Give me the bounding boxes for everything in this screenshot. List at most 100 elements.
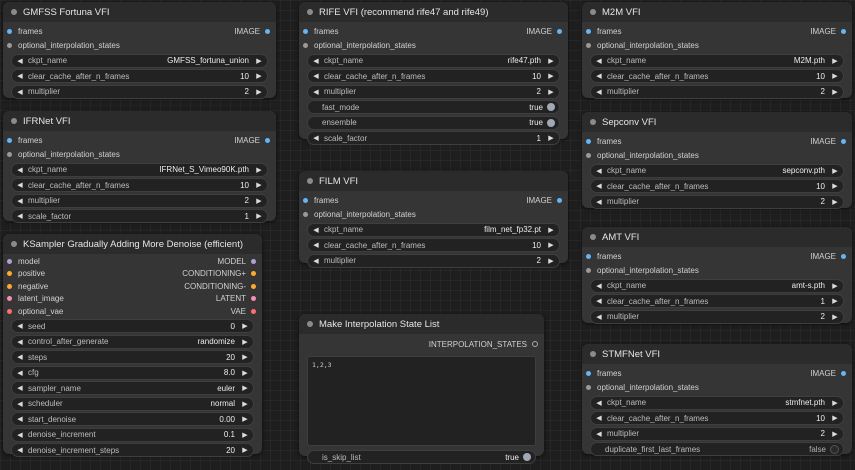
decrement-arrow-icon[interactable]: ◀ — [595, 399, 603, 407]
decrement-arrow-icon[interactable]: ◀ — [16, 338, 24, 346]
decrement-arrow-icon[interactable]: ◀ — [16, 415, 24, 423]
multiplier-number[interactable]: ◀ multiplier 2 ▶ — [11, 84, 268, 99]
denoise-increment-number[interactable]: ◀ denoise_increment 0.1 ▶ — [11, 427, 254, 442]
ensemble-toggle[interactable]: ensemble true — [307, 115, 560, 130]
frames-slot[interactable]: frames IMAGE — [582, 249, 852, 263]
toggle-knob-icon[interactable] — [547, 118, 555, 127]
clear-cache-number[interactable]: ◀ clear_cache_after_n_frames 10 ▶ — [11, 69, 268, 83]
decrement-arrow-icon[interactable]: ◀ — [312, 72, 320, 80]
decrement-arrow-icon[interactable]: ◀ — [312, 57, 320, 65]
states-slot[interactable]: optional_interpolation_states — [299, 207, 568, 221]
frames-input-socket-icon[interactable] — [586, 138, 591, 144]
decrement-arrow-icon[interactable]: ◀ — [16, 72, 24, 80]
positive-slot[interactable]: positive CONDITIONING+ — [3, 268, 262, 281]
negative-output-socket-icon[interactable] — [251, 283, 256, 289]
control-after-generate-combo[interactable]: ◀ control_after_generate randomize ▶ — [11, 334, 254, 349]
increment-arrow-icon[interactable]: ▶ — [547, 88, 555, 96]
latent-input-socket-icon[interactable] — [7, 296, 12, 302]
node-title-bar[interactable]: Sepconv VFI — [582, 112, 852, 132]
node-title-bar[interactable]: RIFE VFI (recommend rife47 and rife49) — [299, 2, 568, 22]
collapse-dot-icon[interactable] — [307, 321, 313, 327]
stmfnet-vfi-node[interactable]: STMFNet VFI frames IMAGE optional_interp… — [582, 344, 852, 456]
frames-input-socket-icon[interactable] — [303, 197, 308, 203]
frames-slot[interactable]: frames IMAGE — [3, 24, 276, 38]
sepconv-vfi-node[interactable]: Sepconv VFI frames IMAGE optional_interp… — [582, 112, 852, 209]
sampler-name-combo[interactable]: ◀ sampler_name euler ▶ — [11, 381, 254, 395]
decrement-arrow-icon[interactable]: ◀ — [16, 181, 24, 189]
increment-arrow-icon[interactable]: ▶ — [241, 338, 249, 346]
model-slot[interactable]: model MODEL — [3, 255, 262, 268]
multiplier-number[interactable]: ◀ multiplier 2 ▶ — [11, 193, 268, 208]
decrement-arrow-icon[interactable]: ◀ — [312, 257, 320, 265]
increment-arrow-icon[interactable]: ▶ — [255, 57, 263, 65]
increment-arrow-icon[interactable]: ▶ — [831, 182, 839, 190]
decrement-arrow-icon[interactable]: ◀ — [16, 353, 24, 361]
increment-arrow-icon[interactable]: ▶ — [831, 282, 839, 290]
decrement-arrow-icon[interactable]: ◀ — [595, 198, 603, 206]
film-vfi-node[interactable]: FILM VFI frames IMAGE optional_interpola… — [299, 171, 568, 268]
denoise-increment-steps-number[interactable]: ◀ denoise_increment_steps 20 ▶ — [11, 443, 254, 457]
frames-input-socket-icon[interactable] — [586, 28, 591, 34]
multiplier-number[interactable]: ◀ multiplier 2 ▶ — [307, 253, 560, 268]
model-output-socket-icon[interactable] — [251, 258, 256, 264]
node-title-bar[interactable]: STMFNet VFI — [582, 344, 852, 364]
fast-mode-toggle[interactable]: fast_mode true — [307, 100, 560, 114]
collapse-dot-icon[interactable] — [590, 234, 596, 240]
decrement-arrow-icon[interactable]: ◀ — [312, 88, 320, 96]
frames-slot[interactable]: frames IMAGE — [3, 133, 276, 147]
multiplier-number[interactable]: ◀ multiplier 2 ▶ — [590, 426, 844, 441]
increment-arrow-icon[interactable]: ▶ — [831, 399, 839, 407]
increment-arrow-icon[interactable]: ▶ — [547, 72, 555, 80]
node-title-bar[interactable]: M2M VFI — [582, 2, 852, 22]
states-slot[interactable]: optional_interpolation_states — [582, 380, 852, 394]
clear-cache-number[interactable]: ◀ clear_cache_after_n_frames 10 ▶ — [307, 69, 560, 83]
multiplier-number[interactable]: ◀ multiplier 2 ▶ — [590, 84, 844, 99]
increment-arrow-icon[interactable]: ▶ — [241, 384, 249, 392]
states-slot[interactable]: optional_interpolation_states — [299, 38, 568, 52]
increment-arrow-icon[interactable]: ▶ — [547, 134, 555, 142]
toggle-knob-icon[interactable] — [523, 453, 531, 461]
ckpt-name-combo[interactable]: ◀ ckpt_name stmfnet.pth ▶ — [590, 395, 844, 410]
frames-input-socket-icon[interactable] — [586, 253, 591, 259]
increment-arrow-icon[interactable]: ▶ — [241, 415, 249, 423]
decrement-arrow-icon[interactable]: ◀ — [595, 313, 603, 321]
amt-vfi-node[interactable]: AMT VFI frames IMAGE optional_interpolat… — [582, 227, 852, 324]
node-title-bar[interactable]: AMT VFI — [582, 227, 852, 247]
decrement-arrow-icon[interactable]: ◀ — [595, 88, 603, 96]
clear-cache-number[interactable]: ◀ clear_cache_after_n_frames 1 ▶ — [590, 294, 844, 308]
decrement-arrow-icon[interactable]: ◀ — [312, 134, 320, 142]
decrement-arrow-icon[interactable]: ◀ — [16, 384, 24, 392]
frames-input-socket-icon[interactable] — [586, 370, 591, 376]
ckpt-name-combo[interactable]: ◀ ckpt_name IFRNet_S_Vimeo90K.pth ▶ — [11, 162, 268, 177]
decrement-arrow-icon[interactable]: ◀ — [16, 212, 24, 220]
multiplier-number[interactable]: ◀ multiplier 2 ▶ — [590, 309, 844, 324]
states-input-socket-icon[interactable] — [7, 42, 12, 48]
start-denoise-number[interactable]: ◀ start_denoise 0.00 ▶ — [11, 412, 254, 426]
decrement-arrow-icon[interactable]: ◀ — [595, 282, 603, 290]
toggle-knob-icon[interactable] — [547, 103, 555, 111]
increment-arrow-icon[interactable]: ▶ — [241, 369, 249, 377]
decrement-arrow-icon[interactable]: ◀ — [595, 72, 603, 80]
decrement-arrow-icon[interactable]: ◀ — [595, 430, 603, 438]
ckpt-name-combo[interactable]: ◀ ckpt_name M2M.pth ▶ — [590, 53, 844, 68]
frames-input-socket-icon[interactable] — [7, 137, 12, 143]
increment-arrow-icon[interactable]: ▶ — [831, 430, 839, 438]
decrement-arrow-icon[interactable]: ◀ — [16, 431, 24, 439]
duplicate-first-last-toggle[interactable]: duplicate_first_last_frames false — [590, 442, 844, 456]
decrement-arrow-icon[interactable]: ◀ — [595, 167, 603, 175]
increment-arrow-icon[interactable]: ▶ — [831, 313, 839, 321]
cfg-number[interactable]: ◀ cfg 8.0 ▶ — [11, 365, 254, 380]
increment-arrow-icon[interactable]: ▶ — [255, 212, 263, 220]
increment-arrow-icon[interactable]: ▶ — [831, 198, 839, 206]
multiplier-number[interactable]: ◀ multiplier 2 ▶ — [307, 84, 560, 99]
ckpt-name-combo[interactable]: ◀ ckpt_name film_net_fp32.pt ▶ — [307, 222, 560, 237]
clear-cache-number[interactable]: ◀ clear_cache_after_n_frames 10 ▶ — [307, 238, 560, 252]
states-input-socket-icon[interactable] — [586, 42, 591, 48]
increment-arrow-icon[interactable]: ▶ — [255, 166, 263, 174]
states-input-socket-icon[interactable] — [303, 211, 308, 217]
image-output-socket-icon[interactable] — [841, 253, 846, 259]
decrement-arrow-icon[interactable]: ◀ — [595, 297, 603, 305]
make-interpolation-state-list-node[interactable]: Make Interpolation State List INTERPOLAT… — [299, 314, 544, 464]
frames-slot[interactable]: frames IMAGE — [299, 193, 568, 207]
increment-arrow-icon[interactable]: ▶ — [547, 257, 555, 265]
